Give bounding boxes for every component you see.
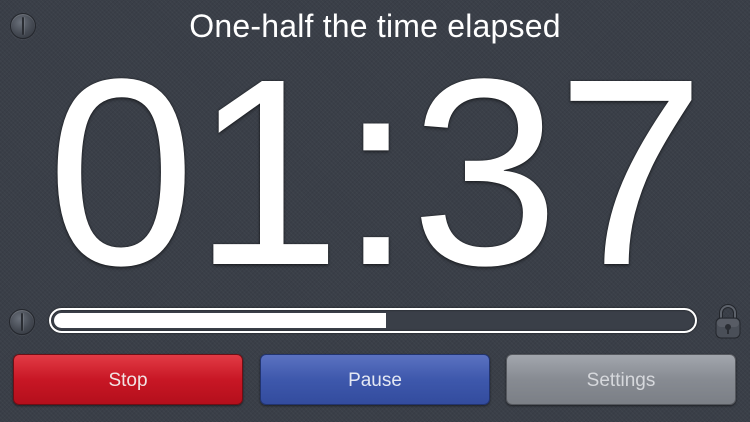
progress-fill	[54, 313, 386, 328]
stop-button[interactable]: Stop	[13, 354, 243, 405]
settings-button[interactable]: Settings	[506, 354, 736, 405]
lock-icon-graphic	[715, 304, 741, 339]
dimmer-icon[interactable]	[9, 309, 35, 335]
lock-icon[interactable]	[713, 302, 743, 340]
pause-button[interactable]: Pause	[260, 354, 490, 405]
progress-bar	[49, 308, 697, 333]
timer-display: 01:37	[47, 24, 705, 321]
timer-screen: One-half the time elapsed 01:37 Stop Pau…	[0, 0, 750, 422]
dimmer-notch	[21, 313, 23, 331]
